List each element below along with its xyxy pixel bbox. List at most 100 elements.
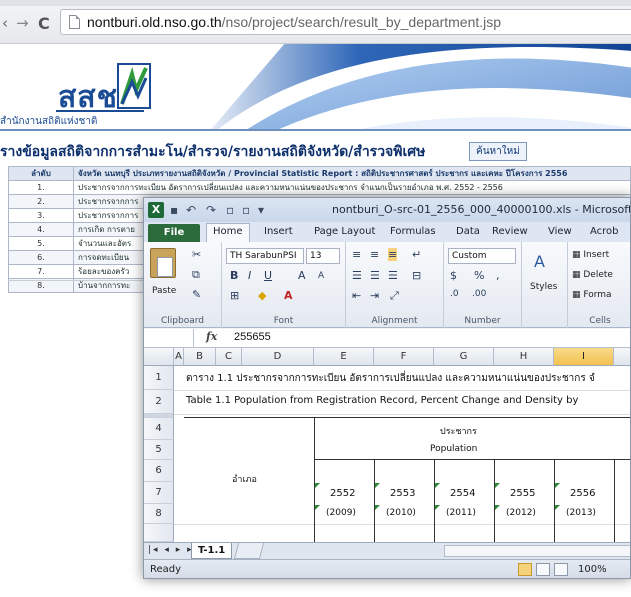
paste-button-label[interactable]: Paste	[152, 286, 176, 296]
styles-icon[interactable]: A	[534, 252, 545, 271]
new-file-icon[interactable]: ▫	[226, 203, 234, 217]
column-header-e[interactable]: E	[314, 348, 374, 366]
row-header-1[interactable]: 1	[144, 366, 174, 390]
error-indicator-icon[interactable]	[435, 483, 440, 488]
cell-year-2009[interactable]: (2009)	[326, 508, 356, 518]
paste-icon[interactable]	[150, 248, 176, 278]
error-indicator-icon[interactable]	[495, 505, 500, 510]
column-header-h[interactable]: H	[494, 348, 554, 366]
cell-population-en[interactable]: Population	[430, 444, 477, 454]
column-header-c[interactable]: C	[216, 348, 242, 366]
tab-view[interactable]: View	[548, 226, 572, 237]
page-break-view-button[interactable]	[554, 563, 568, 576]
column-header-next[interactable]	[614, 348, 630, 366]
table-row[interactable]: 1. ประชากรจากการทะเบียน อัตราการเปลี่ยนแป…	[8, 180, 631, 195]
select-all-corner[interactable]	[144, 348, 174, 366]
url-text[interactable]: nontburi.old.nso.go.th/nso/project/searc…	[87, 14, 501, 30]
row-header-6[interactable]: 6	[144, 460, 174, 482]
cell-b2-title-en[interactable]: Table 1.1 Population from Registration R…	[186, 395, 578, 406]
align-center-icon[interactable]: ☰	[370, 269, 380, 282]
format-cells-button[interactable]: ▦ Forma	[572, 290, 612, 300]
address-bar[interactable]: nontburi.old.nso.go.th/nso/project/searc…	[60, 9, 631, 35]
back-button[interactable]: ‹	[2, 14, 8, 32]
insert-sheet-button[interactable]	[233, 543, 265, 559]
error-indicator-icon[interactable]	[495, 483, 500, 488]
name-box[interactable]	[144, 329, 194, 347]
row-title-link[interactable]: ประชากรจากการทะเบียน อัตราการเปลี่ยนแปลง…	[73, 180, 631, 195]
cut-icon[interactable]: ✂	[192, 248, 201, 261]
cell-b1-title-th[interactable]: ตาราง 1.1 ประชากรจากการทะเบียน อัตราการเ…	[186, 371, 595, 386]
column-header-a[interactable]: A	[174, 348, 184, 366]
search-again-button[interactable]: ค้นหาใหม่	[469, 142, 527, 161]
worksheet-grid[interactable]: A B C D E F G H I 1 2 4 5 6 7 8 ตาราง 1.…	[144, 348, 630, 542]
column-header-d[interactable]: D	[242, 348, 314, 366]
cell-year-2555[interactable]: 2555	[510, 488, 535, 499]
tab-page-layout[interactable]: Page Layout	[314, 226, 375, 237]
row-header-7[interactable]: 7	[144, 482, 174, 504]
font-size-select[interactable]: 13	[306, 248, 340, 264]
formula-input[interactable]: 255655	[234, 331, 271, 343]
cell-year-2553[interactable]: 2553	[390, 488, 415, 499]
error-indicator-icon[interactable]	[315, 483, 320, 488]
error-indicator-icon[interactable]	[435, 505, 440, 510]
grow-font-icon[interactable]: A	[298, 269, 306, 282]
save-icon[interactable]: ▪	[170, 203, 178, 217]
increase-decimal-icon[interactable]: .0	[450, 289, 459, 299]
row-header-4[interactable]: 4	[144, 418, 174, 440]
redo-icon[interactable]: ↷	[206, 203, 216, 217]
error-indicator-icon[interactable]	[315, 505, 320, 510]
normal-view-button[interactable]	[518, 563, 532, 576]
page-layout-view-button[interactable]	[536, 563, 550, 576]
cell-year-2011[interactable]: (2011)	[446, 508, 476, 518]
forward-button[interactable]: →	[16, 14, 29, 32]
font-color-icon[interactable]: A	[284, 289, 293, 302]
cell-year-2012[interactable]: (2012)	[506, 508, 536, 518]
tab-home[interactable]: Home	[206, 223, 250, 242]
align-middle-icon[interactable]: ≡	[370, 248, 379, 261]
decrease-indent-icon[interactable]: ⇤	[352, 289, 361, 302]
row-header-next[interactable]	[144, 524, 174, 542]
excel-titlebar[interactable]: X ▪ ↶ ↷ ▫ ▫ ▾ nontburi_O-src-01_2556_000…	[144, 198, 630, 222]
fill-color-icon[interactable]: ◆	[258, 289, 266, 302]
row-header-5[interactable]: 5	[144, 440, 174, 460]
reload-button[interactable]: C	[38, 14, 50, 33]
styles-group[interactable]: A Styles	[522, 242, 568, 328]
font-name-select[interactable]: TH SarabunPSI	[226, 248, 304, 264]
underline-icon[interactable]: U	[264, 269, 272, 282]
accounting-format-icon[interactable]: $	[450, 269, 457, 282]
align-left-icon[interactable]: ☰	[352, 269, 362, 282]
error-indicator-icon[interactable]	[375, 483, 380, 488]
site-logo[interactable]: สสช สำนักงานสถิติแห่งชาติ	[0, 54, 151, 127]
excel-app-icon[interactable]: X	[148, 202, 164, 218]
align-right-icon[interactable]: ☰	[388, 269, 398, 282]
shrink-font-icon[interactable]: A	[318, 271, 324, 281]
align-top-icon[interactable]: ≡	[352, 248, 361, 261]
align-bottom-icon[interactable]: ≡	[388, 248, 398, 261]
format-painter-icon[interactable]: ✎	[192, 288, 201, 301]
copy-icon[interactable]: ⧉	[192, 268, 200, 282]
orientation-icon[interactable]: ⤢	[390, 289, 399, 303]
cell-district-header[interactable]: อำเภอ	[232, 472, 257, 486]
decrease-decimal-icon[interactable]: .00	[472, 289, 486, 299]
cell-year-2010[interactable]: (2010)	[386, 508, 416, 518]
delete-cells-button[interactable]: ▦ Delete	[572, 270, 613, 280]
cell-population-th[interactable]: ประชากร	[440, 424, 477, 438]
insert-function-icon[interactable]: fx	[206, 330, 217, 343]
number-format-select[interactable]: Custom	[448, 248, 516, 264]
wrap-text-icon[interactable]: ↵	[412, 248, 421, 261]
cell-year-2554[interactable]: 2554	[450, 488, 475, 499]
percent-style-icon[interactable]: %	[474, 269, 484, 282]
row-header-2[interactable]: 2	[144, 390, 174, 414]
tab-review[interactable]: Review	[492, 226, 528, 237]
cell-year-2013[interactable]: (2013)	[566, 508, 596, 518]
tab-file[interactable]: File	[148, 224, 200, 242]
increase-indent-icon[interactable]: ⇥	[370, 289, 379, 302]
italic-icon[interactable]: I	[248, 269, 251, 282]
zoom-level[interactable]: 100%	[578, 564, 607, 575]
merge-center-icon[interactable]: ⊟	[412, 269, 421, 282]
undo-icon[interactable]: ↶	[186, 203, 196, 217]
error-indicator-icon[interactable]	[375, 505, 380, 510]
column-header-f[interactable]: F	[374, 348, 434, 366]
tab-insert[interactable]: Insert	[264, 226, 293, 237]
tab-data[interactable]: Data	[456, 226, 480, 237]
